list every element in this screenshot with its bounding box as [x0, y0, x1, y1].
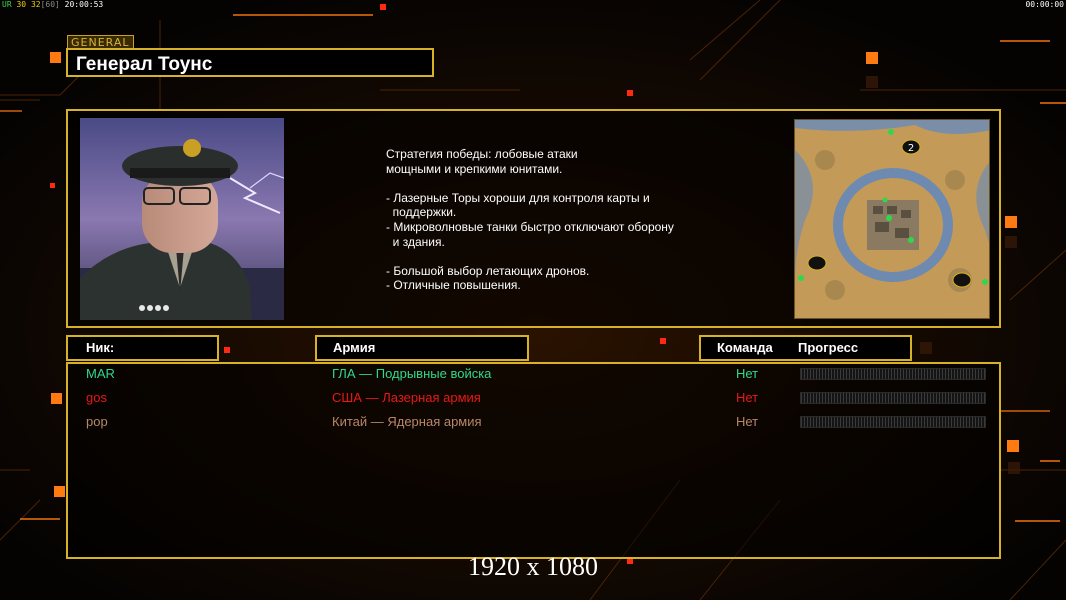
player-team: Нет	[736, 390, 759, 405]
general-name: Генерал Тоунс	[66, 48, 434, 77]
player-nick: MAR	[86, 366, 115, 381]
map-player-marker: 2	[908, 143, 914, 154]
player-army: Китай — Ядерная армия	[332, 414, 482, 429]
player-army: ГЛА — Подрывные войска	[332, 366, 492, 381]
header-progress: Прогресс	[798, 340, 859, 355]
player-army: США — Лазерная армия	[332, 390, 481, 405]
player-team: Нет	[736, 366, 759, 381]
player-nick: gos	[86, 390, 107, 405]
player-team: Нет	[736, 414, 759, 429]
general-portrait	[80, 118, 284, 320]
player-progress-bar	[800, 392, 986, 404]
fps-a: 30	[16, 0, 27, 9]
player-progress-bar	[800, 368, 986, 380]
header-nick: Ник:	[66, 335, 219, 361]
player-row: gos США — Лазерная армия Нет	[68, 388, 1003, 408]
header-team: Команда	[717, 340, 773, 355]
player-progress-bar	[800, 416, 986, 428]
player-row: pop Китай — Ядерная армия Нет	[68, 412, 1003, 432]
fps-b: 32	[30, 0, 41, 9]
general-description: Стратегия победы: лобовые атаки мощными …	[386, 147, 674, 293]
player-nick: pop	[86, 414, 108, 429]
clock: 20:00:53	[64, 0, 104, 9]
player-row: MAR ГЛА — Подрывные войска Нет	[68, 364, 1003, 384]
map-preview[interactable]: 2	[794, 119, 990, 319]
header-army: Армия	[315, 335, 529, 361]
game-timer: 00:00:00	[1025, 0, 1064, 9]
resolution-label: 1920 x 1080	[468, 552, 598, 581]
header-team-progress: Команда Прогресс	[699, 335, 912, 361]
fps-label: UR	[2, 0, 12, 9]
fps-counter: UR 30 32[60] 20:00:53	[2, 0, 103, 9]
fps-c: [60]	[40, 0, 60, 9]
players-panel: MAR ГЛА — Подрывные войска Нет gos США —…	[66, 362, 1001, 559]
